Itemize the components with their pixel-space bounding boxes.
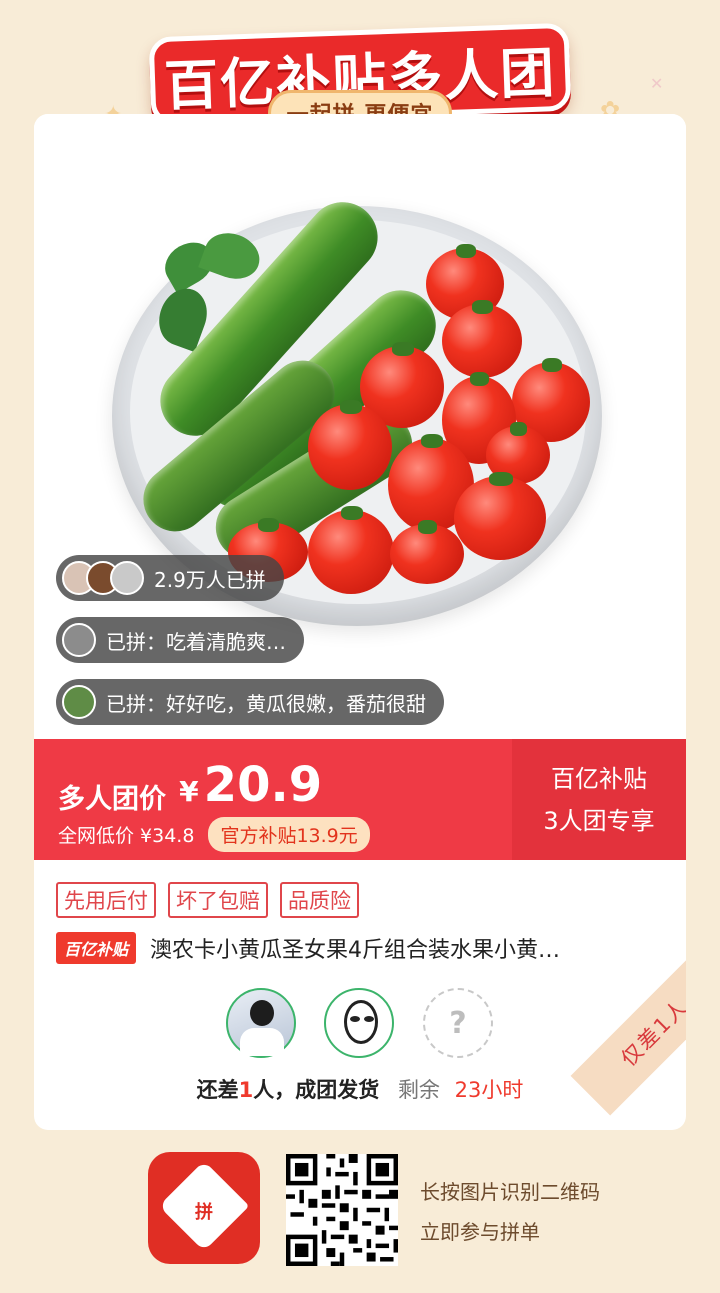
- sparkle-icon: ✕: [650, 74, 664, 93]
- review-text: 已拼：好好吃，黄瓜很嫩，番茄很甜: [106, 691, 426, 716]
- joined-count-pill: 2.9万人已拼: [56, 555, 284, 601]
- tomato: [390, 520, 464, 584]
- review-pill: 已拼：好好吃，黄瓜很嫩，番茄很甜: [56, 679, 444, 725]
- tag-quality-insurance: 品质险: [280, 882, 359, 918]
- footer-instructions: 长按图片识别二维码 立即参与拼单: [420, 1172, 600, 1252]
- member-avatar: [324, 988, 394, 1058]
- tomato: [454, 472, 546, 560]
- subsidy-logo-badge: 百亿补贴: [56, 932, 137, 964]
- status-suffix: 人，成团发货: [253, 1078, 380, 1102]
- pinduoduo-app-icon: 拼: [148, 1152, 260, 1264]
- qr-code[interactable]: [286, 1154, 398, 1266]
- price-amount: 20.9: [203, 757, 323, 813]
- remaining-time: 23小时: [454, 1078, 524, 1102]
- product-title[interactable]: 澳农卡小黄瓜圣女果4斤组合装水果小黄…: [150, 932, 560, 964]
- product-card[interactable]: 2.9万人已拼 已拼：吃着清脆爽… 已拼：好好吃，黄瓜很嫩，番茄很甜 多人团价 …: [34, 114, 686, 1130]
- product-image[interactable]: 2.9万人已拼 已拼：吃着清脆爽… 已拼：好好吃，黄瓜很嫩，番茄很甜: [34, 114, 686, 739]
- tag-damage-refund: 坏了包赔: [168, 882, 268, 918]
- footer-line2: 立即参与拼单: [420, 1220, 540, 1244]
- market-low-price: 全网低价 ¥34.8: [58, 825, 195, 847]
- promo-line1: 百亿补贴: [551, 764, 647, 793]
- review-text: 已拼：吃着清脆爽…: [106, 629, 286, 654]
- avatar: [62, 623, 96, 657]
- avatar: [110, 561, 144, 595]
- avatar: [62, 685, 96, 719]
- status-prefix: 还差: [196, 1078, 239, 1102]
- footer-line1: 长按图片识别二维码: [420, 1180, 600, 1204]
- tomato: [308, 400, 392, 490]
- review-pill: 已拼：吃着清脆爽…: [56, 617, 304, 663]
- group-price: 多人团价 ¥ 20.9: [58, 757, 322, 816]
- product-title-row[interactable]: 百亿补贴 澳农卡小黄瓜圣女果4斤组合装水果小黄…: [56, 932, 676, 964]
- promo-block: 百亿补贴 3人团专享: [512, 739, 686, 860]
- status-count: 1: [238, 1078, 254, 1102]
- promo-line2: 3人团专享: [543, 806, 655, 835]
- remaining-label: 剩余: [397, 1078, 440, 1102]
- price-band: 多人团价 ¥ 20.9 全网低价 ¥34.8 官方补贴13.9元 百亿补贴 3人…: [34, 739, 686, 860]
- empty-slot-avatar: ?: [423, 988, 493, 1058]
- member-avatar: [226, 988, 296, 1058]
- subsidy-badge: 官方补贴13.9元: [208, 817, 370, 852]
- price-label: 多人团价: [58, 784, 166, 815]
- app-icon-label: 拼: [195, 1202, 213, 1223]
- service-tags: 先用后付 坏了包赔 品质险: [56, 882, 359, 918]
- tomato: [308, 506, 394, 594]
- tag-pay-later: 先用后付: [56, 882, 156, 918]
- tomato: [442, 300, 522, 378]
- price-currency: ¥: [179, 775, 199, 808]
- joined-count-text: 2.9万人已拼: [154, 567, 266, 592]
- price-details: 全网低价 ¥34.8 官方补贴13.9元: [58, 817, 370, 852]
